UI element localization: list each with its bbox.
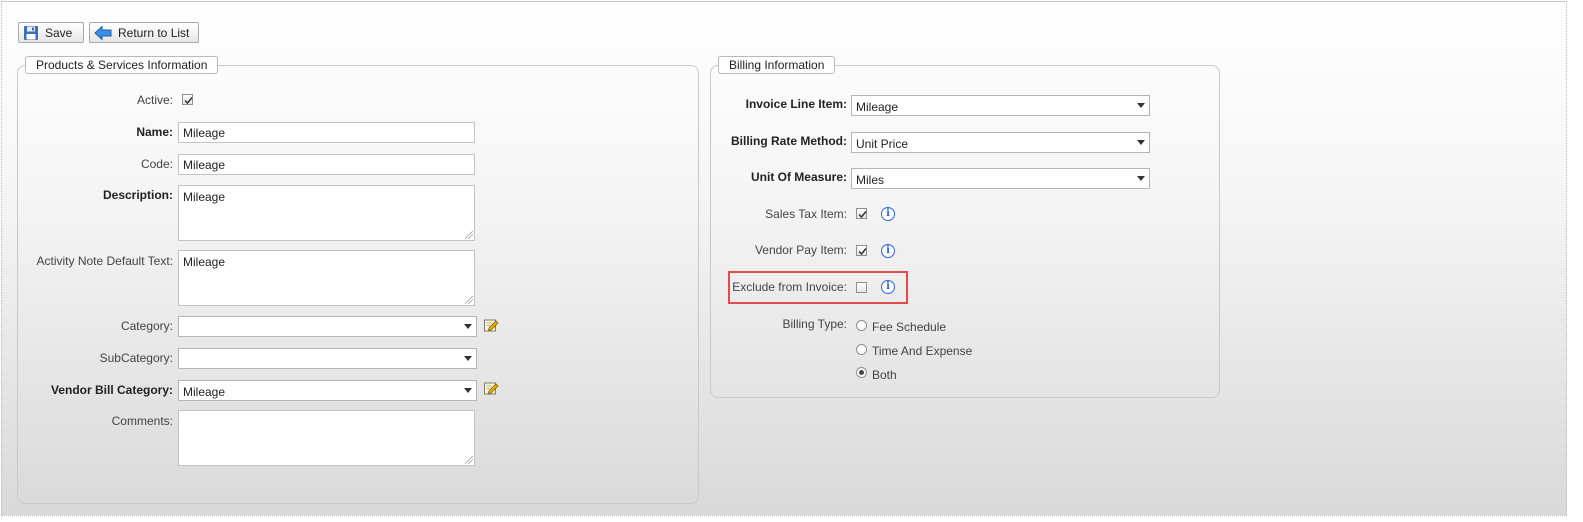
billing-type-fee-schedule-label: Fee Schedule: [872, 320, 947, 334]
category-label: Category:: [120, 319, 173, 333]
chevron-down-icon[interactable]: [459, 381, 476, 400]
comments-textarea[interactable]: [178, 410, 475, 466]
sales-tax-item-checkbox[interactable]: [856, 208, 867, 219]
code-input[interactable]: [178, 154, 475, 175]
activity-note-value: Mileage: [183, 255, 226, 269]
vendor-pay-item-label: Vendor Pay Item:: [754, 243, 847, 257]
active-label: Active:: [136, 93, 173, 107]
form-canvas: Save Return to List Products & Services …: [1, 1, 1567, 516]
return-to-list-button[interactable]: Return to List: [89, 22, 199, 43]
activity-note-label: Activity Note Default Text:: [36, 254, 174, 268]
unit-of-measure-value: Miles: [856, 173, 885, 187]
edit-vendor-bill-category-icon[interactable]: [483, 380, 499, 396]
name-input[interactable]: [178, 122, 475, 143]
billing-type-both-label: Both: [872, 368, 897, 382]
invoice-line-item-value: Mileage: [856, 100, 899, 114]
vendor-pay-item-checkbox[interactable]: [856, 245, 867, 256]
billing-type-time-expense-radio[interactable]: [856, 344, 867, 355]
billing-type-both-radio[interactable]: [856, 367, 867, 378]
billing-type-label: Billing Type:: [782, 317, 847, 331]
resize-grip-icon[interactable]: [465, 456, 473, 464]
unit-of-measure-label: Unit Of Measure:: [750, 170, 847, 184]
resize-grip-icon[interactable]: [465, 296, 473, 304]
description-value: Mileage: [183, 190, 226, 204]
description-label: Description:: [102, 188, 173, 202]
resize-grip-icon[interactable]: [465, 231, 473, 239]
exclude-from-invoice-checkbox[interactable]: [856, 282, 867, 293]
save-button[interactable]: Save: [18, 22, 84, 43]
info-icon[interactable]: i: [881, 207, 895, 221]
active-checkbox[interactable]: [182, 94, 193, 105]
chevron-down-icon[interactable]: [1132, 169, 1149, 188]
sales-tax-item-label: Sales Tax Item:: [765, 207, 847, 221]
floppy-disk-icon: [23, 25, 39, 41]
vendor-bill-category-dropdown[interactable]: Mileage: [178, 380, 477, 401]
vendor-bill-category-label: Vendor Bill Category:: [50, 383, 173, 397]
billing-rate-method-dropdown[interactable]: Unit Price: [851, 132, 1150, 153]
chevron-down-icon[interactable]: [459, 317, 476, 336]
info-icon[interactable]: i: [881, 244, 895, 258]
category-dropdown[interactable]: [178, 316, 477, 337]
billing-rate-method-value: Unit Price: [856, 137, 909, 151]
chevron-down-icon[interactable]: [459, 349, 476, 368]
info-icon[interactable]: i: [881, 280, 895, 294]
return-to-list-label: Return to List: [118, 25, 190, 40]
edit-category-icon[interactable]: [483, 317, 499, 333]
activity-note-textarea[interactable]: Mileage: [178, 250, 475, 306]
products-services-legend: Products & Services Information: [25, 56, 219, 74]
code-label: Code:: [140, 157, 173, 171]
billing-type-fee-schedule-radio[interactable]: [856, 320, 867, 331]
vendor-bill-category-value: Mileage: [183, 385, 226, 399]
exclude-from-invoice-label: Exclude from Invoice:: [732, 280, 847, 294]
unit-of-measure-dropdown[interactable]: Miles: [851, 168, 1150, 189]
back-arrow-icon: [94, 24, 112, 41]
comments-label: Comments:: [111, 414, 173, 428]
subcategory-label: SubCategory:: [99, 351, 173, 365]
invoice-line-item-label: Invoice Line Item:: [745, 97, 847, 111]
invoice-line-item-dropdown[interactable]: Mileage: [851, 95, 1150, 116]
name-label: Name:: [136, 125, 173, 139]
chevron-down-icon[interactable]: [1132, 133, 1149, 152]
billing-type-time-expense-label: Time And Expense: [872, 344, 973, 358]
chevron-down-icon[interactable]: [1132, 96, 1149, 115]
save-button-label: Save: [45, 25, 73, 40]
billing-rate-method-label: Billing Rate Method:: [731, 134, 847, 148]
billing-information-legend: Billing Information: [718, 56, 836, 74]
description-textarea[interactable]: Mileage: [178, 185, 475, 241]
subcategory-dropdown[interactable]: [178, 348, 477, 369]
